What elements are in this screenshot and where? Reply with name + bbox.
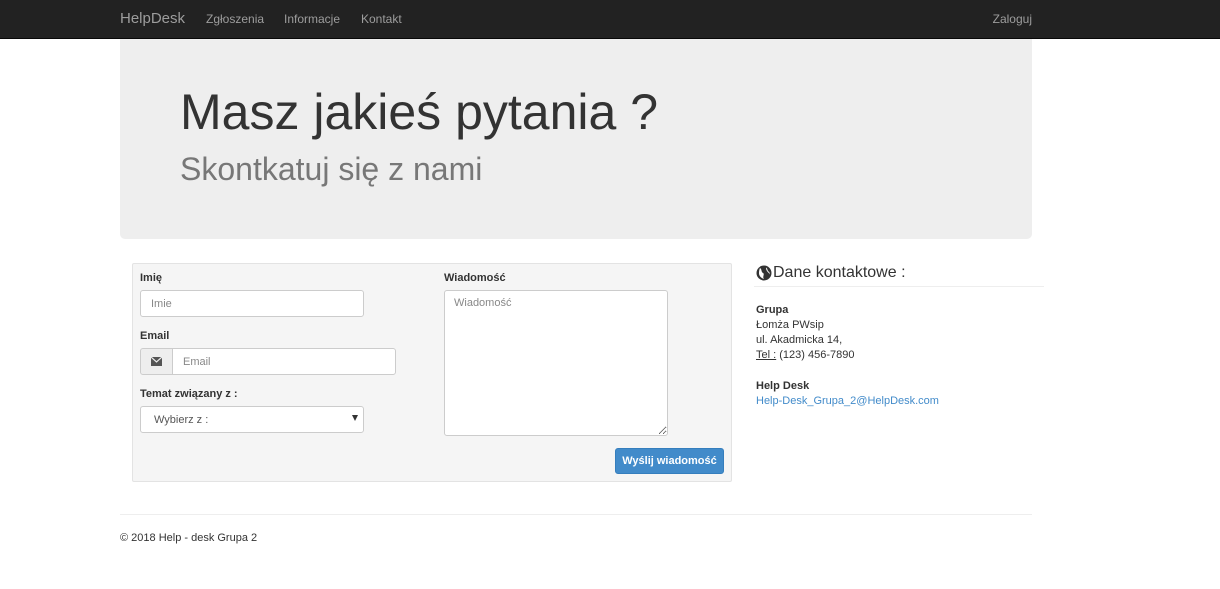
topic-select-value: Wybierz z : xyxy=(154,414,209,426)
message-label: Wiadomość xyxy=(444,272,506,284)
topic-select[interactable]: Wybierz z : xyxy=(140,406,364,433)
email-addon xyxy=(140,348,173,375)
login-link[interactable]: Zaloguj xyxy=(993,12,1032,26)
top-navbar: HelpDesk Zgłoszenia Informacje Kontakt Z… xyxy=(0,0,1220,39)
helpdesk-email-link[interactable]: Help-Desk_Grupa_2@HelpDesk.com xyxy=(756,395,939,407)
nav-link-zgloszenia[interactable]: Zgłoszenia xyxy=(206,12,264,26)
topic-label: Temat związany z : xyxy=(140,388,238,400)
name-label: Imię xyxy=(140,272,163,284)
brand-link[interactable]: HelpDesk xyxy=(120,10,185,27)
hero-title: Masz jakieś pytania ? xyxy=(180,84,659,140)
name-input[interactable] xyxy=(140,290,364,317)
footer-divider xyxy=(120,514,1032,515)
phone-abbr: Tel : xyxy=(756,349,777,361)
contact-form: Imię Email Temat związany z : Wybierz z … xyxy=(132,263,732,482)
address-line-1: Łomża PWsip xyxy=(756,319,824,331)
phone-line: Tel : (123) 456-7890 xyxy=(756,349,854,361)
nav-link-kontakt[interactable]: Kontakt xyxy=(361,12,402,26)
globe-icon xyxy=(756,265,772,281)
hero-subtitle: Skontkatuj się z nami xyxy=(180,151,483,187)
group-name: Grupa xyxy=(756,304,789,316)
contact-details-header: Dane kontaktowe : xyxy=(754,263,1044,287)
email-input[interactable] xyxy=(172,348,396,375)
envelope-icon xyxy=(151,357,162,366)
chevron-down-icon xyxy=(352,415,358,421)
email-label: Email xyxy=(140,330,170,342)
hero-jumbotron: Masz jakieś pytania ? Skontkatuj się z n… xyxy=(120,39,1032,239)
footer-copyright: © 2018 Help - desk Grupa 2 xyxy=(120,532,258,544)
contact-details-title: Dane kontaktowe : xyxy=(773,264,906,281)
address-line-2: ul. Akadmicka 14, xyxy=(756,334,843,346)
helpdesk-name: Help Desk xyxy=(756,380,810,392)
phone-number: (123) 456-7890 xyxy=(779,349,855,361)
nav-link-informacje[interactable]: Informacje xyxy=(284,12,340,26)
send-message-button[interactable]: Wyślij wiadomość xyxy=(615,448,724,474)
message-textarea[interactable] xyxy=(444,290,668,436)
